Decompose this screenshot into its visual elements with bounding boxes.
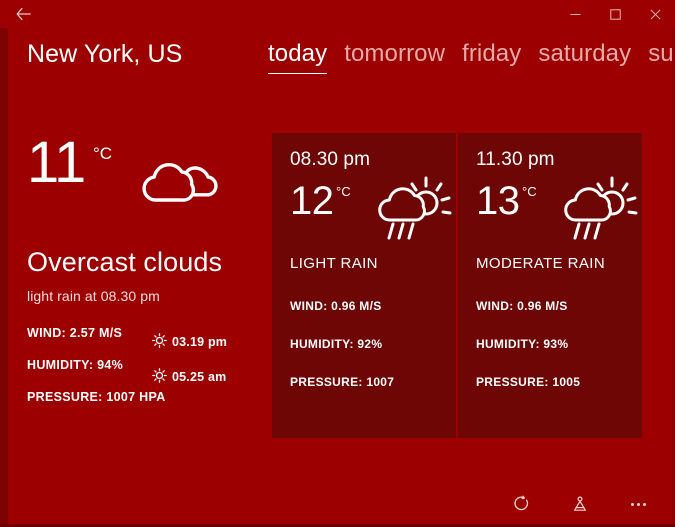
sunrise-row: 05.25 am xyxy=(152,368,227,386)
forecast-temperature-row: 13 °C xyxy=(476,176,638,247)
tab-sunday[interactable]: sun xyxy=(648,40,675,74)
current-temperature: 11 xyxy=(27,130,86,195)
minimize-icon xyxy=(570,9,581,20)
sunrise-icon xyxy=(152,368,167,386)
sun-cloud-rain-icon xyxy=(374,175,456,250)
forecast-wind: WIND: 0.96 M/S xyxy=(290,299,382,313)
minimize-button[interactable] xyxy=(555,0,595,28)
window-left-edge xyxy=(0,0,8,527)
title-bar xyxy=(0,0,675,28)
forecast-pressure: PRESSURE: 1005 xyxy=(476,375,581,389)
current-details-block: WIND: 2.57 M/S HUMIDITY: 94% PRESSURE: 1… xyxy=(27,326,267,404)
tab-tomorrow[interactable]: tomorrow xyxy=(344,40,445,74)
current-condition-title: Overcast clouds xyxy=(27,247,223,277)
window-controls xyxy=(555,0,675,28)
forecast-details: WIND: 0.96 M/S HUMIDITY: 93% PRESSURE: 1… xyxy=(476,299,624,389)
refresh-button[interactable] xyxy=(505,487,539,521)
forecast-temperature-unit: °C xyxy=(336,184,351,199)
bottom-app-bar xyxy=(0,481,675,527)
current-condition-subtitle: light rain at 08.30 pm xyxy=(27,288,160,305)
sunset-time: 03.19 pm xyxy=(172,335,228,350)
forecast-day-tabs: today tomorrow friday saturday sun xyxy=(268,40,675,74)
weather-app-window: New York, US today tomorrow friday satur… xyxy=(0,0,675,527)
forecast-temperature: 12 xyxy=(290,179,334,223)
forecast-temperature: 13 xyxy=(476,179,520,223)
hourly-forecast-cards: 08.30 pm 12 °C LIGHT RAIN WIND: 0.96 M/S… xyxy=(272,133,642,438)
forecast-temperature-unit: °C xyxy=(522,184,537,199)
maximize-button[interactable] xyxy=(595,0,635,28)
tab-today[interactable]: today xyxy=(268,40,328,74)
close-icon xyxy=(649,8,661,20)
location-button[interactable] xyxy=(563,487,597,521)
forecast-time: 08.30 pm xyxy=(290,149,371,170)
location-icon xyxy=(571,495,589,513)
back-button[interactable] xyxy=(6,0,42,28)
sun-cloud-rain-icon xyxy=(560,175,642,250)
forecast-details: WIND: 0.96 M/S HUMIDITY: 92% PRESSURE: 1… xyxy=(290,299,438,389)
back-arrow-icon xyxy=(16,7,32,21)
refresh-icon xyxy=(513,495,531,513)
close-button[interactable] xyxy=(635,0,675,28)
forecast-wind: WIND: 0.96 M/S xyxy=(476,299,568,313)
current-humidity: HUMIDITY: 94% xyxy=(27,358,124,373)
tab-saturday[interactable]: saturday xyxy=(538,40,631,74)
maximize-icon xyxy=(609,8,621,20)
tab-friday[interactable]: friday xyxy=(462,40,521,74)
sunrise-time: 05.25 am xyxy=(172,370,227,385)
sun-times-block: 03.19 pm 05.25 am xyxy=(152,333,227,403)
overcast-clouds-icon xyxy=(137,150,227,213)
current-temperature-row: 11 °C xyxy=(27,134,265,213)
more-options-button[interactable] xyxy=(621,487,655,521)
forecast-temperature-row: 12 °C xyxy=(290,176,452,247)
city-name: New York, US xyxy=(27,40,183,68)
sunset-icon xyxy=(152,333,167,351)
current-conditions-panel: 11 °C Overcast clouds light rain at 08.3… xyxy=(0,134,267,422)
forecast-card[interactable]: 11.30 pm 13 °C MODERATE RAIN WIND: 0.96 … xyxy=(458,133,642,438)
more-icon xyxy=(630,502,646,506)
forecast-card[interactable]: 08.30 pm 12 °C LIGHT RAIN WIND: 0.96 M/S… xyxy=(272,133,456,438)
sunset-row: 03.19 pm xyxy=(152,333,227,351)
forecast-pressure: PRESSURE: 1007 xyxy=(290,375,395,389)
app-header: New York, US today tomorrow friday satur… xyxy=(0,36,675,96)
current-temperature-unit: °C xyxy=(93,144,113,163)
current-wind: WIND: 2.57 M/S xyxy=(27,326,123,341)
forecast-condition: MODERATE RAIN xyxy=(476,255,606,272)
forecast-time: 11.30 pm xyxy=(476,149,555,170)
forecast-humidity: HUMIDITY: 92% xyxy=(290,337,383,351)
forecast-condition: LIGHT RAIN xyxy=(290,255,378,272)
current-pressure: PRESSURE: 1007 HPA xyxy=(27,390,166,405)
forecast-humidity: HUMIDITY: 93% xyxy=(476,337,569,351)
